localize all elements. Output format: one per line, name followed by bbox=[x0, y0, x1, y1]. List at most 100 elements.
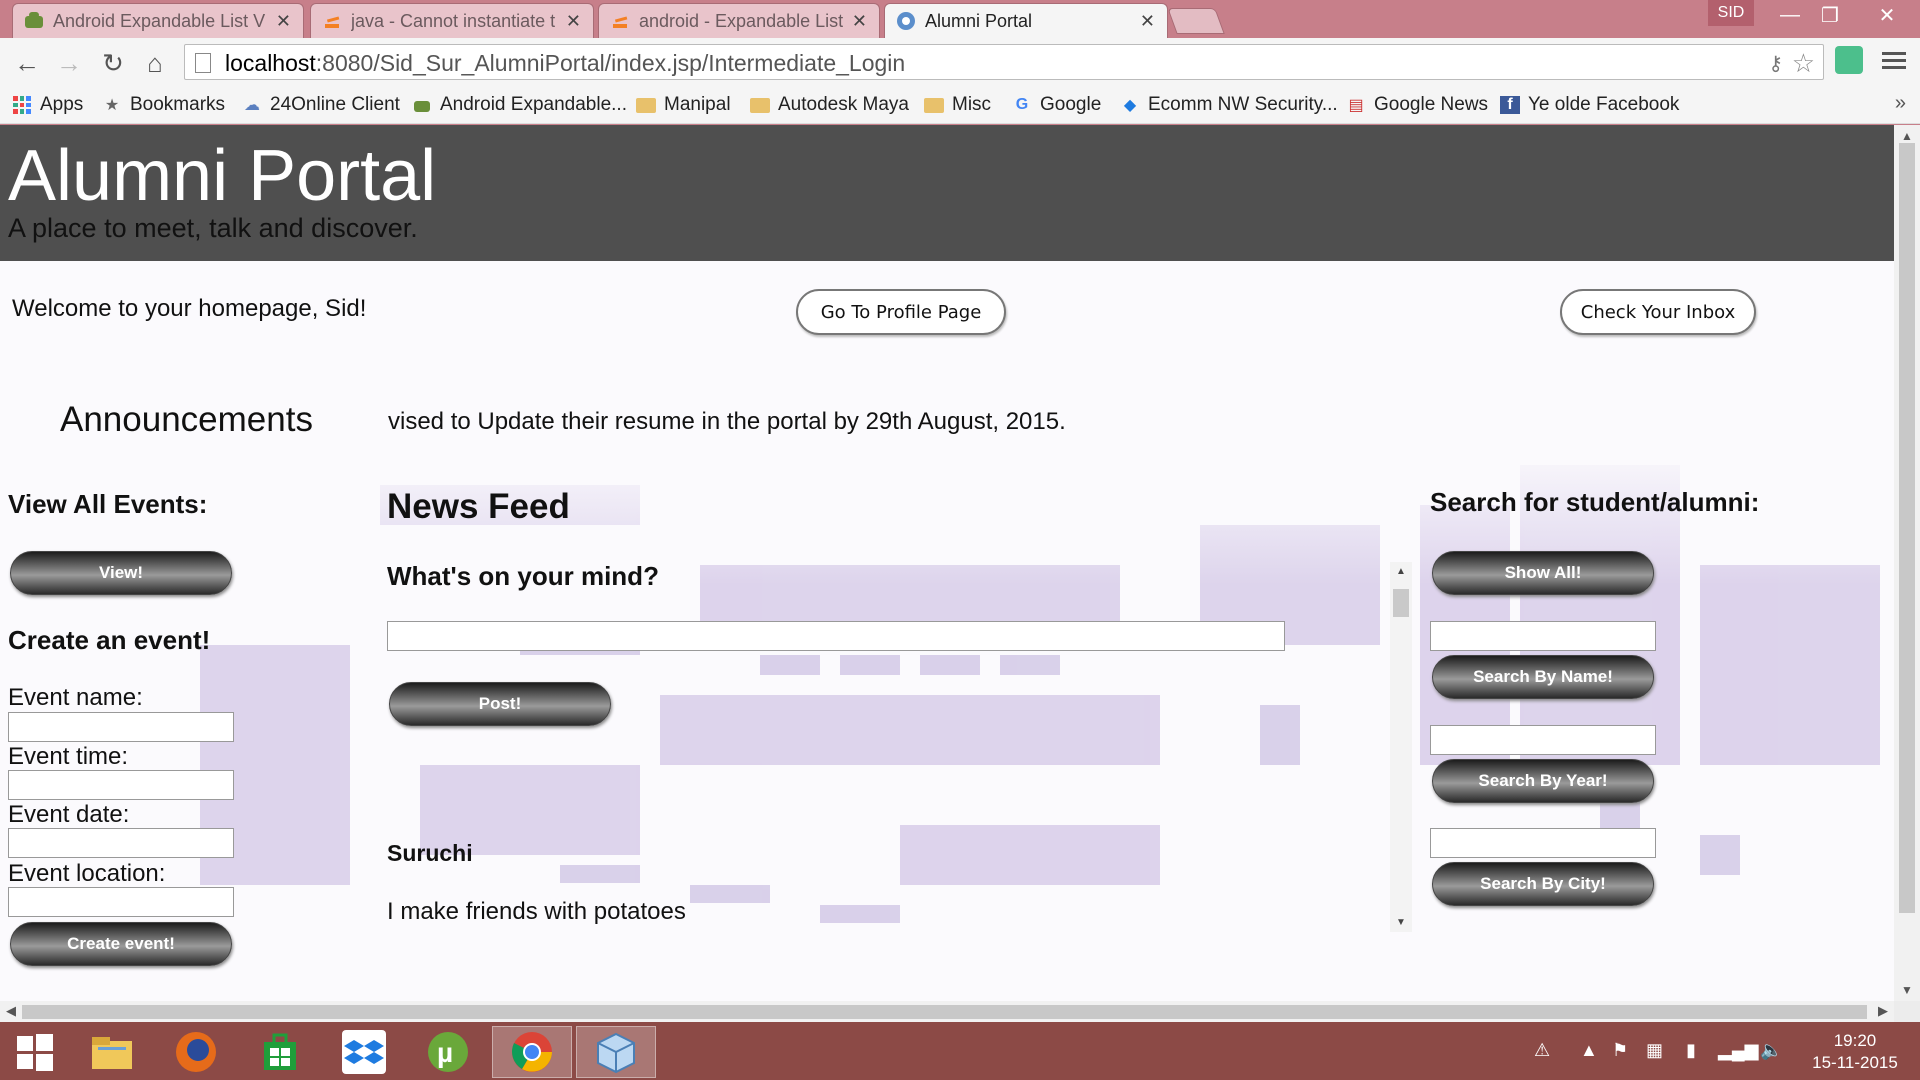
view-events-button[interactable]: View! bbox=[10, 551, 232, 595]
tab-label: Android Expandable List V bbox=[53, 10, 266, 31]
inbox-button[interactable]: Check Your Inbox bbox=[1560, 289, 1756, 335]
close-icon[interactable]: ✕ bbox=[276, 11, 291, 32]
stackoverflow-icon bbox=[321, 10, 343, 32]
create-event-button[interactable]: Create event! bbox=[10, 922, 232, 966]
virtualbox-icon[interactable] bbox=[576, 1026, 656, 1078]
post-author: Suruchi bbox=[387, 840, 473, 866]
system-clock[interactable]: 19:20 15-11-2015 bbox=[1800, 1030, 1910, 1074]
file-explorer-icon[interactable] bbox=[72, 1026, 152, 1078]
scroll-left-icon[interactable]: ◀ bbox=[6, 1003, 16, 1019]
bookmark-24online[interactable]: ☁ 24Online Client bbox=[242, 92, 400, 118]
signal-icon[interactable]: ▂▄▆ bbox=[1718, 1040, 1758, 1061]
home-icon[interactable]: ⌂ bbox=[140, 48, 170, 78]
alert-icon[interactable]: ⚠ bbox=[1534, 1040, 1550, 1061]
folder-icon bbox=[750, 96, 770, 114]
announcement-marquee: vised to Update their resume in the port… bbox=[388, 408, 1066, 435]
scroll-thumb[interactable] bbox=[1393, 589, 1409, 617]
taskbar: µ ⚠ ▲ ⚑ ▦ ▮ ▂▄▆ 🔈 19:20 15-11-2015 bbox=[0, 1022, 1920, 1080]
bookmark-label: Ecomm NW Security... bbox=[1148, 94, 1338, 115]
search-heading: Search for student/alumni: bbox=[1430, 487, 1760, 517]
search-year-input[interactable] bbox=[1430, 725, 1656, 755]
network-icon[interactable]: ▦ bbox=[1646, 1040, 1663, 1061]
maximize-icon[interactable]: ❐ bbox=[1810, 0, 1850, 30]
scroll-right-icon[interactable]: ▶ bbox=[1878, 1003, 1888, 1019]
chevron-up-icon[interactable]: ▲ bbox=[1580, 1040, 1598, 1061]
post-message: I make friends with potatoes bbox=[387, 898, 686, 925]
bookmark-google-news[interactable]: ▤ Google News bbox=[1346, 92, 1488, 118]
close-icon[interactable]: ✕ bbox=[852, 11, 867, 32]
close-icon[interactable]: ✕ bbox=[566, 11, 581, 32]
search-by-city-button[interactable]: Search By City! bbox=[1432, 862, 1654, 906]
bookmark-ecomm[interactable]: ◆ Ecomm NW Security... bbox=[1120, 92, 1338, 118]
search-by-name-button[interactable]: Search By Name! bbox=[1432, 655, 1654, 699]
event-name-input[interactable] bbox=[8, 712, 234, 742]
battery-icon[interactable]: ▮ bbox=[1686, 1040, 1696, 1061]
chevron-right-icon[interactable]: » bbox=[1895, 92, 1906, 115]
bookmark-bookmarks[interactable]: ★ Bookmarks bbox=[102, 92, 225, 118]
bookmark-apps[interactable]: Apps bbox=[12, 92, 83, 118]
tab-alumni-portal[interactable]: Alumni Portal ✕ bbox=[884, 3, 1168, 38]
close-icon[interactable]: ✕ bbox=[1140, 11, 1155, 32]
scroll-up-icon[interactable]: ▲ bbox=[1396, 566, 1406, 577]
flag-icon[interactable]: ⚑ bbox=[1612, 1040, 1628, 1061]
scroll-thumb[interactable] bbox=[22, 1005, 1867, 1019]
announcements-title: Announcements bbox=[60, 400, 313, 439]
scroll-down-icon[interactable]: ▼ bbox=[1396, 917, 1406, 928]
bookmark-facebook[interactable]: f Ye olde Facebook bbox=[1500, 92, 1679, 118]
profile-button[interactable]: Go To Profile Page bbox=[796, 289, 1006, 335]
utorrent-icon[interactable]: µ bbox=[408, 1026, 488, 1078]
page-vertical-scrollbar[interactable]: ▲ ▼ bbox=[1894, 125, 1920, 1001]
bookmark-star-icon[interactable]: ☆ bbox=[1792, 48, 1815, 79]
address-bar[interactable]: localhost:8080/Sid_Sur_AlumniPortal/inde… bbox=[184, 44, 1824, 80]
key-icon[interactable]: ⚷ bbox=[1768, 51, 1783, 76]
bookmark-label: Apps bbox=[40, 94, 84, 115]
new-tab-button[interactable] bbox=[1167, 8, 1225, 34]
chrome-icon[interactable] bbox=[492, 1026, 572, 1078]
portal-icon bbox=[895, 10, 917, 32]
scroll-thumb[interactable] bbox=[1899, 143, 1915, 913]
news-icon: ▤ bbox=[1348, 97, 1364, 114]
tab-android-expandable-list[interactable]: android - Expandable List ✕ bbox=[598, 3, 880, 38]
page-horizontal-scrollbar[interactable]: ◀ ▶ bbox=[0, 1001, 1894, 1022]
post-button[interactable]: Post! bbox=[389, 682, 611, 726]
page-viewport: Alumni Portal A place to meet, talk and … bbox=[0, 125, 1894, 1001]
extension-icon[interactable] bbox=[1835, 46, 1863, 74]
google-icon: G bbox=[1015, 96, 1029, 113]
user-badge[interactable]: SID bbox=[1708, 0, 1754, 26]
create-event-heading: Create an event! bbox=[8, 625, 211, 655]
store-icon[interactable] bbox=[240, 1026, 320, 1078]
bookmark-android[interactable]: Android Expandable... bbox=[412, 92, 627, 118]
windows-start-icon[interactable] bbox=[0, 1026, 70, 1078]
tab-android-expandable[interactable]: Android Expandable List V ✕ bbox=[12, 3, 304, 38]
event-date-input[interactable] bbox=[8, 828, 234, 858]
feed-scrollbar[interactable]: ▲ ▼ bbox=[1390, 562, 1412, 932]
search-name-input[interactable] bbox=[1430, 621, 1656, 651]
cloud-icon: ☁ bbox=[244, 97, 260, 114]
forward-icon[interactable]: → bbox=[54, 48, 84, 78]
scroll-up-icon[interactable]: ▲ bbox=[1901, 129, 1913, 143]
status-input[interactable] bbox=[387, 621, 1285, 651]
search-by-year-button[interactable]: Search By Year! bbox=[1432, 759, 1654, 803]
tab-java-instantiate[interactable]: java - Cannot instantiate t ✕ bbox=[310, 3, 594, 38]
firefox-icon[interactable] bbox=[156, 1026, 236, 1078]
event-time-input[interactable] bbox=[8, 770, 234, 800]
show-all-button[interactable]: Show All! bbox=[1432, 551, 1654, 595]
minimize-icon[interactable]: — bbox=[1770, 0, 1810, 30]
reload-icon[interactable]: ↻ bbox=[98, 48, 128, 78]
event-location-input[interactable] bbox=[8, 887, 234, 917]
menu-icon[interactable] bbox=[1882, 48, 1906, 74]
bookmark-google[interactable]: G Google bbox=[1012, 92, 1102, 118]
scroll-down-icon[interactable]: ▼ bbox=[1901, 983, 1913, 997]
back-icon[interactable]: ← bbox=[12, 48, 42, 78]
bookmark-manipal[interactable]: Manipal bbox=[636, 92, 731, 118]
events-heading: View All Events: bbox=[8, 489, 208, 519]
window-close-icon[interactable]: ✕ bbox=[1862, 0, 1912, 30]
bookmark-misc[interactable]: Misc bbox=[924, 92, 991, 118]
dropbox-icon[interactable] bbox=[324, 1026, 404, 1078]
bookmark-maya[interactable]: Autodesk Maya bbox=[750, 92, 909, 118]
svg-text:µ: µ bbox=[437, 1037, 453, 1068]
volume-icon[interactable]: 🔈 bbox=[1760, 1040, 1782, 1061]
search-city-input[interactable] bbox=[1430, 828, 1656, 858]
bookmark-label: Google bbox=[1040, 94, 1102, 115]
bookmark-label: Bookmarks bbox=[130, 94, 226, 115]
